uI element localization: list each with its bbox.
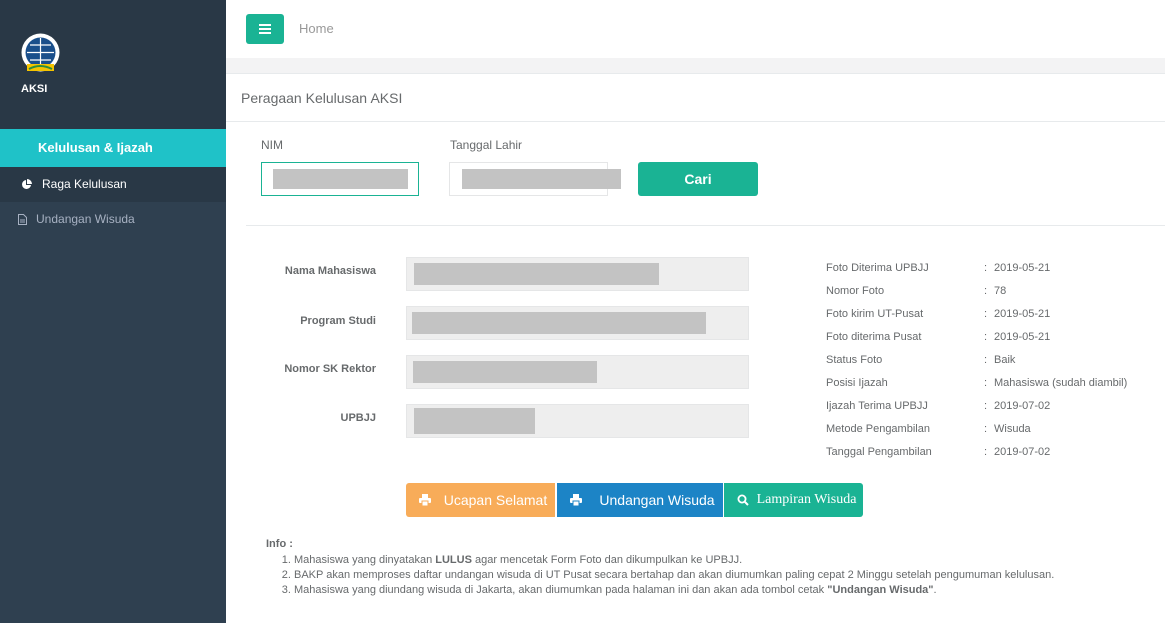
search-icon — [737, 494, 749, 506]
info-value: Wisuda — [994, 423, 1031, 435]
search-button[interactable]: Cari — [638, 162, 758, 196]
hamburger-menu-button[interactable] — [246, 14, 284, 44]
field-label: Nomor SK Rektor — [284, 363, 376, 375]
brand-name: AKSI — [21, 83, 48, 95]
info-row: Foto kirim UT-Pusat:2019-05-21 — [826, 308, 1051, 320]
info-value: 2019-05-21 — [994, 331, 1051, 343]
info-value: 2019-07-02 — [994, 446, 1051, 458]
redacted-value — [414, 263, 659, 285]
lampiran-wisuda-button[interactable]: Lampiran Wisuda — [724, 483, 863, 517]
sidebar-item-raga-kelulusan[interactable]: Raga Kelulusan — [0, 167, 226, 202]
redacted-value — [462, 169, 621, 189]
info-value: Baik — [994, 354, 1016, 366]
nomor-sk-rektor-field — [406, 355, 749, 389]
main-panel: Peragaan Kelulusan AKSI NIM Tanggal Lahi… — [226, 73, 1165, 623]
ucapan-selamat-button[interactable]: Ucapan Selamat — [406, 483, 555, 517]
logo-icon — [21, 33, 60, 72]
sidebar-item-label: Raga Kelulusan — [42, 177, 127, 191]
dob-input[interactable] — [449, 162, 621, 196]
field-label: Nama Mahasiswa — [284, 265, 376, 277]
page-title: Peragaan Kelulusan — [241, 90, 368, 106]
info-heading: Info : — [266, 538, 293, 550]
info-value: Mahasiswa (sudah diambil) — [994, 377, 1128, 389]
button-label: Ucapan Selamat — [443, 492, 548, 508]
nim-input[interactable] — [261, 162, 419, 196]
redacted-value — [273, 169, 408, 189]
divider — [246, 225, 1165, 226]
info-row: Foto Diterima UPBJJ:2019-05-21 — [826, 262, 1051, 274]
info-key: Status Foto — [826, 354, 883, 366]
nama-mahasiswa-field — [406, 257, 749, 291]
dob-label: Tanggal Lahir — [450, 138, 523, 152]
info-row: Status Foto: Baik — [826, 354, 1016, 366]
hamburger-icon — [259, 24, 271, 26]
info-key: Nomor Foto — [826, 285, 885, 297]
page-title-bar: Peragaan Kelulusan AKSI — [226, 74, 1165, 122]
sidebar: AKSI Kelulusan & Ijazah Raga Kelulusan U… — [0, 0, 226, 623]
button-label: Lampiran Wisuda — [756, 492, 857, 507]
redacted-value — [414, 408, 535, 434]
field-label: UPBJJ — [340, 412, 376, 424]
photo-diploma-status-table: Foto Diterima UPBJJ:2019-05-21 Nomor Fot… — [826, 262, 1165, 469]
redacted-value — [412, 312, 706, 334]
file-icon — [18, 214, 27, 225]
info-key: Posisi Ijazah — [826, 377, 888, 389]
info-key: Tanggal Pengambilan — [826, 446, 932, 458]
info-key: Foto diterima Pusat — [826, 331, 922, 343]
redacted-value — [413, 361, 597, 383]
info-value: 78 — [994, 285, 1007, 297]
print-icon — [570, 494, 582, 506]
info-key: Foto kirim UT-Pusat — [826, 308, 924, 320]
info-notes: Info : Mahasiswa yang dinyatakan LULUS a… — [266, 538, 1054, 598]
info-value: 2019-07-02 — [994, 400, 1051, 412]
program-studi-field — [406, 306, 749, 340]
menu-kelulusan-ijazah[interactable]: Kelulusan & Ijazah — [0, 129, 226, 167]
info-row: Nomor Foto:78 — [826, 285, 1007, 297]
info-key: Metode Pengambilan — [826, 423, 930, 435]
info-row: Metode Pengambilan: Wisuda — [826, 423, 1031, 435]
info-key: Foto Diterima UPBJJ — [826, 262, 929, 274]
list-item: Mahasiswa yang dinyatakan LULUS agar men… — [294, 553, 1054, 568]
info-row: Posisi Ijazah: Mahasiswa (sudah diambil) — [826, 377, 1128, 389]
info-value: 2019-05-21 — [994, 308, 1051, 320]
info-row: Ijazah Terima UPBJJ:2019-07-02 — [826, 400, 1051, 412]
info-list: Mahasiswa yang dinyatakan LULUS agar men… — [294, 553, 1054, 598]
info-row: Tanggal Pengambilan:2019-07-02 — [826, 446, 1051, 458]
list-item: Mahasiswa yang diundang wisuda di Jakart… — [294, 583, 1054, 598]
list-item: BAKP akan memproses daftar undangan wisu… — [294, 568, 1054, 583]
print-icon — [419, 494, 431, 506]
sidebar-item-label: Undangan Wisuda — [36, 212, 135, 226]
field-label: Program Studi — [300, 315, 376, 327]
top-navbar: Home — [226, 0, 1165, 58]
info-key: Ijazah Terima UPBJJ — [826, 400, 928, 412]
info-row: Foto diterima Pusat:2019-05-21 — [826, 331, 1051, 343]
info-value: 2019-05-21 — [994, 262, 1051, 274]
page-subtitle: AKSI — [370, 90, 403, 106]
breadcrumb-home[interactable]: Home — [299, 21, 334, 36]
sidebar-header: AKSI — [0, 0, 226, 129]
nim-label: NIM — [261, 138, 283, 152]
pie-chart-icon — [22, 179, 32, 189]
sidebar-item-undangan-wisuda[interactable]: Undangan Wisuda — [0, 202, 226, 237]
button-label: Undangan Wisuda — [599, 492, 715, 508]
undangan-wisuda-button[interactable]: Undangan Wisuda — [557, 483, 723, 517]
upbjj-field — [406, 404, 749, 438]
